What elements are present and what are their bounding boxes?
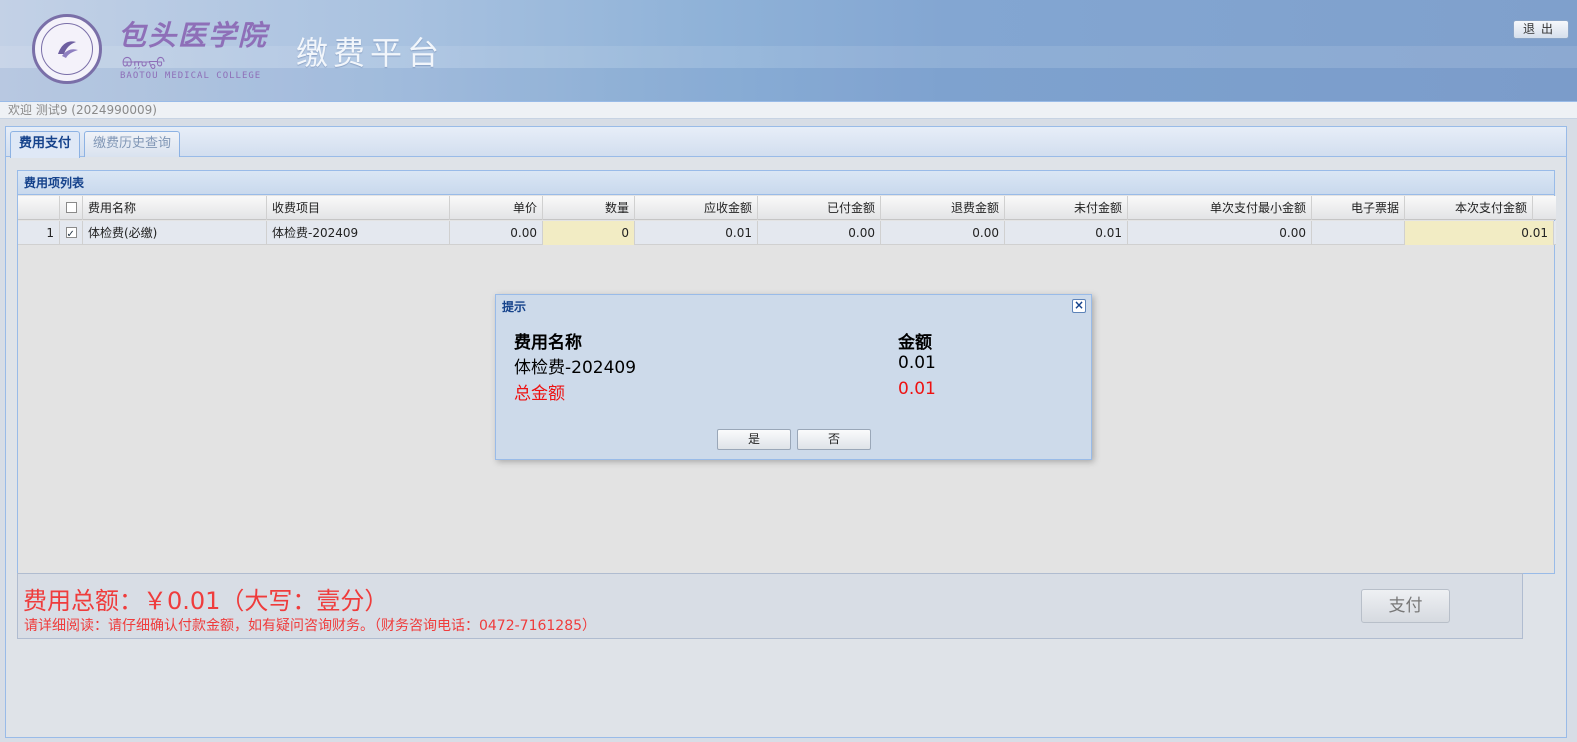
column-header-paid[interactable]: 已付金额 [758,196,881,220]
logo-mongolian-name: ᠪᠣᠭᠣᠲᠣ [122,56,166,71]
dialog-item-name: 体检费-202409 [514,358,637,378]
dialog-header-fee-name: 费用名称 [514,333,582,353]
column-header-quantity[interactable]: 数量 [543,196,635,220]
grid-title: 费用项列表 [18,171,1554,195]
dialog-header-amount: 金额 [898,333,932,353]
cell-paid: 0.00 [758,221,881,245]
header-banner: 包头医学院 ᠪᠣᠭᠣᠲᠣ BAOTOU MEDICAL COLLEGE 缴费平台… [0,0,1577,102]
column-header-min-payment[interactable]: 单次支付最小金额 [1128,196,1312,220]
column-header-refund[interactable]: 退费金额 [881,196,1005,220]
row-checkbox[interactable] [65,223,77,245]
row-select-cell [60,221,83,245]
cell-fee-name: 体检费(必缴) [83,221,267,245]
pay-button[interactable]: 支付 [1361,589,1450,623]
tab-fee-payment[interactable]: 费用支付 [10,131,81,158]
column-header-receivable[interactable]: 应收金额 [635,196,758,220]
dialog-total-amount: 0.01 [898,379,936,399]
payment-notice: 请详细阅读：请仔细确认付款金额，如有疑问咨询财务。（财务咨询电话：0472-71… [24,618,597,634]
column-header-charge-item[interactable]: 收费项目 [267,196,450,220]
seal-inner-ring [41,23,93,75]
select-all-checkbox[interactable] [65,202,77,213]
college-seal-logo [32,14,102,84]
cell-refund: 0.00 [881,221,1005,245]
cell-min-payment: 0.00 [1128,221,1312,245]
cell-unit-price: 0.00 [450,221,543,245]
cell-unpaid: 0.01 [1005,221,1128,245]
table-row[interactable]: 1 体检费(必缴) 体检费-202409 0.00 0 0.01 0.00 0.… [18,221,1556,245]
row-number-header [18,196,60,220]
dialog-title: 提示 [502,300,527,314]
column-header-fee-name[interactable]: 费用名称 [83,196,267,220]
confirm-dialog: 提示 × 费用名称 金额 体检费-202409 0.01 总金额 0.01 是 … [495,294,1092,460]
grid-header-row: 费用名称 收费项目 单价 数量 应收金额 已付金额 退费金额 未付金额 单次支付… [18,196,1556,220]
cell-charge-item: 体检费-202409 [267,221,450,245]
logout-button[interactable]: 退出 [1513,20,1569,39]
close-icon[interactable]: × [1072,299,1086,313]
seal-emblem-icon [58,41,78,58]
cell-e-invoice [1312,221,1405,245]
tab-strip: 费用支付 缴费历史查询 [6,127,1566,158]
no-button[interactable]: 否 [797,429,871,450]
payment-summary: 费用总额：￥0.01（大写：壹分） 请详细阅读：请仔细确认付款金额，如有疑问咨询… [17,573,1523,639]
column-header-e-invoice[interactable]: 电子票据 [1312,196,1405,220]
page-title: 缴费平台 [296,34,445,72]
dialog-item-amount: 0.01 [898,353,936,373]
logo-english-name: BAOTOU MEDICAL COLLEGE [120,71,262,81]
cell-quantity-input[interactable]: 0 [543,221,635,245]
total-amount-text: 费用总额：￥0.01（大写：壹分） [23,587,389,615]
dialog-total-label: 总金额 [514,384,565,404]
select-all-cell [60,196,83,220]
column-header-unit-price[interactable]: 单价 [450,196,543,220]
row-number: 1 [18,221,60,245]
yes-button[interactable]: 是 [717,429,791,450]
welcome-bar: 欢迎 测试9 (2024990009) [0,102,1577,119]
tab-payment-history[interactable]: 缴费历史查询 [84,131,181,157]
cell-this-payment-input[interactable]: 0.01 [1405,221,1554,245]
cell-receivable: 0.01 [635,221,758,245]
column-header-this-payment[interactable]: 本次支付金额 [1405,196,1533,220]
column-header-unpaid[interactable]: 未付金额 [1005,196,1128,220]
